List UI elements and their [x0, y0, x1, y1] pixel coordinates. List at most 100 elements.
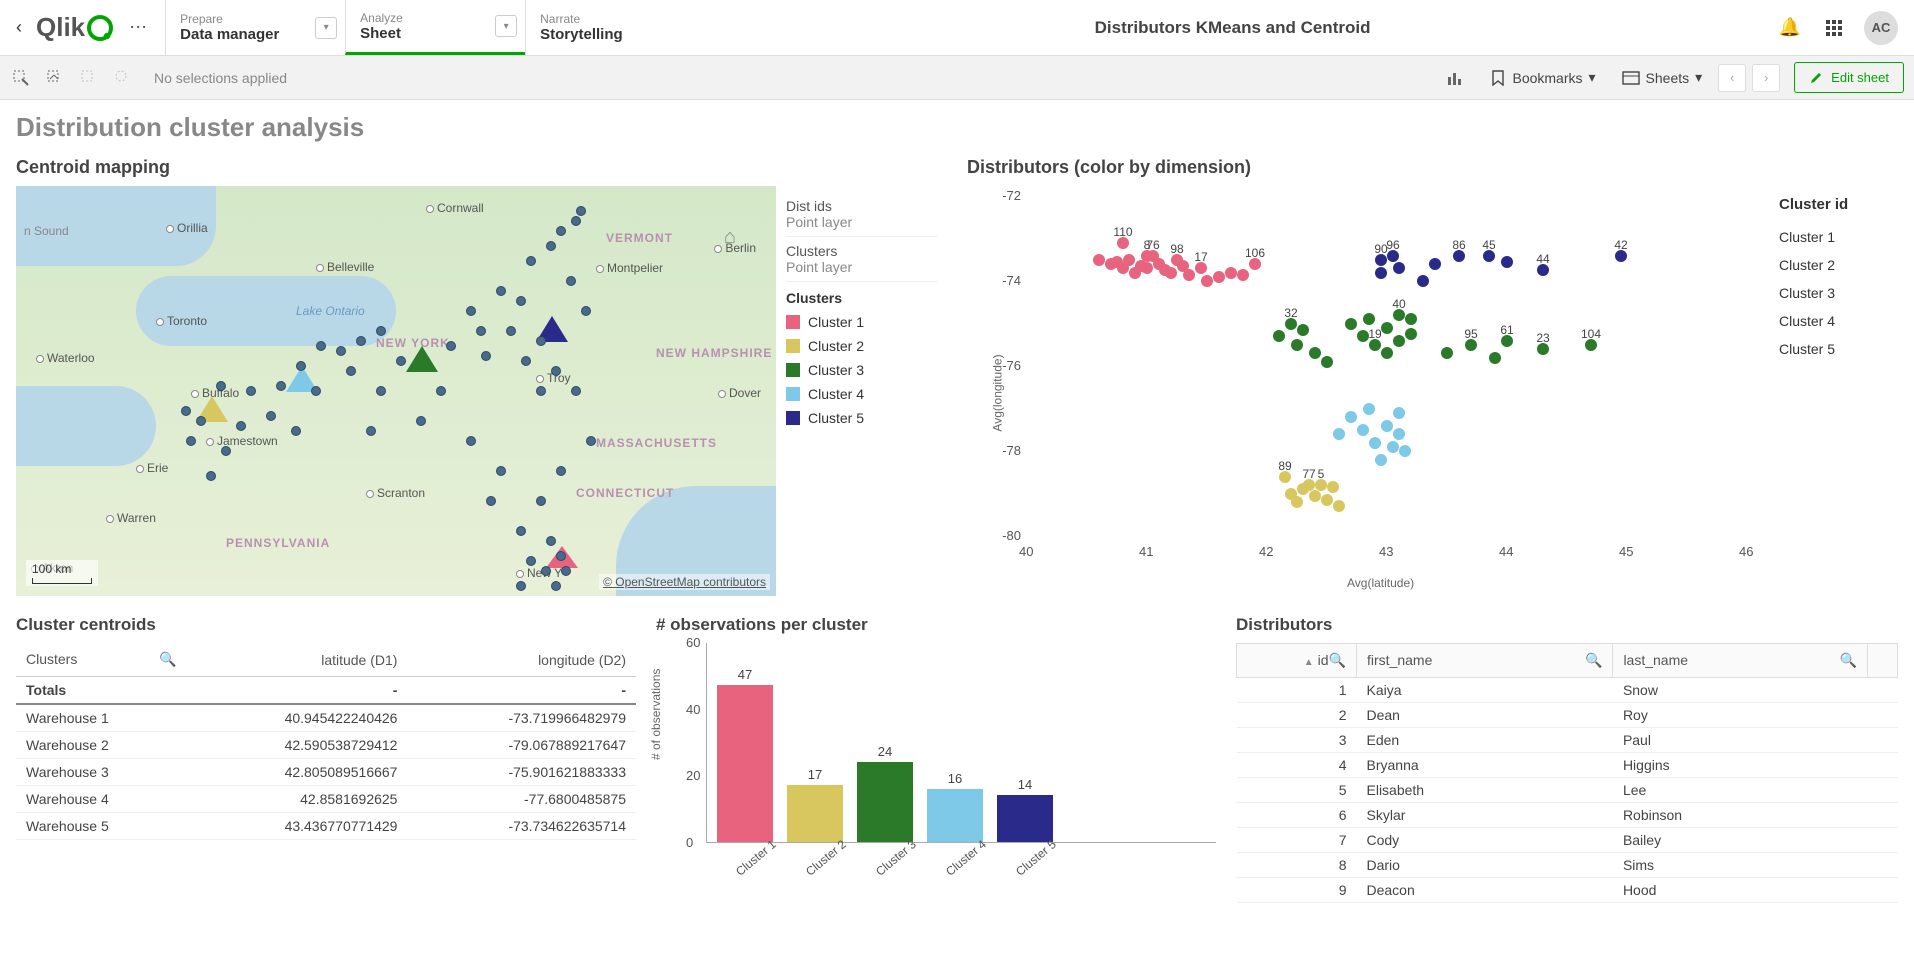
scatter-point[interactable]	[1165, 267, 1177, 279]
scatter-point[interactable]	[1375, 267, 1387, 279]
scatter-point[interactable]	[1291, 496, 1303, 508]
table-row[interactable]: 9DeaconHood	[1237, 878, 1898, 903]
scatter-point[interactable]	[1393, 407, 1405, 419]
map-point[interactable]	[546, 241, 556, 251]
map-canvas[interactable]: n Sound Orillia Belleville Cornwall VERM…	[16, 186, 776, 596]
table-row[interactable]: 3EdenPaul	[1237, 728, 1898, 753]
map-point[interactable]	[571, 386, 581, 396]
scatter-point[interactable]	[1237, 269, 1249, 281]
table-row[interactable]: Warehouse 543.436770771429-73.7346226357…	[16, 813, 636, 840]
edit-sheet-button[interactable]: Edit sheet	[1794, 62, 1904, 93]
map-point[interactable]	[556, 551, 566, 561]
map-point[interactable]	[536, 386, 546, 396]
scatter-point[interactable]	[1297, 324, 1309, 336]
scatter-point[interactable]	[1123, 254, 1135, 266]
selection-tool-icon[interactable]	[44, 67, 66, 89]
map-point[interactable]	[246, 386, 256, 396]
map-point[interactable]	[336, 346, 346, 356]
map-point[interactable]	[526, 556, 536, 566]
map-point[interactable]	[276, 381, 286, 391]
scatter-point[interactable]	[1387, 441, 1399, 453]
map-point[interactable]	[536, 496, 546, 506]
scatter-point[interactable]	[1405, 313, 1417, 325]
search-icon[interactable]: 🔍	[1329, 652, 1346, 669]
scatter-point[interactable]	[1309, 347, 1321, 359]
table-row[interactable]: 4BryannaHiggins	[1237, 753, 1898, 778]
map-point[interactable]	[536, 336, 546, 346]
scatter-point[interactable]	[1441, 347, 1453, 359]
bookmarks-button[interactable]: Bookmarks ▾	[1480, 63, 1605, 92]
scatter-point[interactable]	[1381, 347, 1393, 359]
map-point[interactable]	[186, 436, 196, 446]
more-menu-button[interactable]: ⋯	[119, 17, 157, 38]
scatter-point[interactable]	[1327, 481, 1339, 493]
map-point[interactable]	[316, 341, 326, 351]
map-point[interactable]	[291, 426, 301, 436]
map-point[interactable]	[181, 406, 191, 416]
search-icon[interactable]: 🔍	[159, 651, 176, 668]
search-icon[interactable]: 🔍	[1585, 652, 1602, 669]
map-point[interactable]	[566, 276, 576, 286]
legend-group-clusters[interactable]: Clusters Point layer	[786, 237, 937, 282]
scatter-point[interactable]	[1321, 356, 1333, 368]
scatter-point[interactable]	[1375, 454, 1387, 466]
map-point[interactable]	[571, 216, 581, 226]
map-point[interactable]	[206, 471, 216, 481]
scatter-point[interactable]	[1183, 269, 1195, 281]
scatter-point[interactable]	[1225, 267, 1237, 279]
col-id[interactable]: ▲id 🔍	[1237, 644, 1357, 678]
map-point[interactable]	[486, 496, 496, 506]
scatter-point[interactable]	[1363, 313, 1375, 325]
map-point[interactable]	[546, 536, 556, 546]
map-point[interactable]	[561, 566, 571, 576]
tab-analyze-dropdown[interactable]: ▾	[495, 15, 517, 37]
scatter-point[interactable]	[1141, 262, 1153, 274]
scatter-point[interactable]	[1393, 335, 1405, 347]
map-point[interactable]	[516, 581, 526, 591]
map-point[interactable]	[396, 356, 406, 366]
map-point[interactable]	[296, 361, 306, 371]
map-point[interactable]	[311, 386, 321, 396]
centroids-table[interactable]: Clusters🔍 latitude (D1) longitude (D2) T…	[16, 643, 636, 840]
legend-item[interactable]: Cluster 2	[1779, 251, 1848, 279]
legend-item[interactable]: Cluster 1	[1779, 223, 1848, 251]
map-point[interactable]	[466, 436, 476, 446]
bar-2[interactable]: 17Cluster 2	[787, 785, 843, 842]
smart-search-icon[interactable]	[10, 67, 32, 89]
scatter-point[interactable]	[1501, 256, 1513, 268]
table-row[interactable]: Warehouse 242.590538729412-79.0678892176…	[16, 732, 636, 759]
insight-advisor-icon[interactable]	[1436, 63, 1474, 93]
scatter-point[interactable]	[1333, 500, 1345, 512]
map-point[interactable]	[586, 436, 596, 446]
bar-1[interactable]: 47Cluster 1	[717, 685, 773, 842]
map-point[interactable]	[476, 326, 486, 336]
qlik-logo[interactable]: Qlik	[30, 12, 119, 43]
notifications-icon[interactable]: 🔔	[1776, 14, 1804, 42]
table-row[interactable]: 1KaiyaSnow	[1237, 678, 1898, 703]
map-point[interactable]	[506, 326, 516, 336]
home-icon[interactable]: ⌂	[724, 226, 736, 249]
scatter-point[interactable]	[1321, 494, 1333, 506]
col-clusters[interactable]: Clusters🔍	[16, 643, 187, 677]
scatter-point[interactable]	[1357, 424, 1369, 436]
map-point[interactable]	[516, 296, 526, 306]
table-row[interactable]: 5ElisabethLee	[1237, 778, 1898, 803]
map-point[interactable]	[416, 416, 426, 426]
scatter-point[interactable]	[1363, 403, 1375, 415]
tab-prepare-dropdown[interactable]: ▾	[315, 17, 337, 39]
scatter-point[interactable]	[1273, 330, 1285, 342]
map-point[interactable]	[576, 206, 586, 216]
legend-item[interactable]: Cluster 3	[786, 358, 937, 382]
map-point[interactable]	[481, 351, 491, 361]
map-point[interactable]	[221, 446, 231, 456]
scatter-point[interactable]	[1201, 275, 1213, 287]
map-point[interactable]	[446, 341, 456, 351]
legend-item[interactable]: Cluster 4	[786, 382, 937, 406]
prev-sheet-button[interactable]: ‹	[1718, 64, 1746, 92]
distributors-table[interactable]: ▲id 🔍 first_name🔍 last_name🔍 1KaiyaSnow2…	[1236, 643, 1898, 903]
bar-3[interactable]: 24Cluster 3	[857, 762, 913, 842]
tab-analyze[interactable]: Analyze Sheet ▾	[345, 0, 525, 55]
scatter-plot[interactable]: Avg(longitude) Avg(latitude) 40414243444…	[967, 186, 1767, 586]
scatter-point[interactable]	[1213, 271, 1225, 283]
map-point[interactable]	[551, 366, 561, 376]
